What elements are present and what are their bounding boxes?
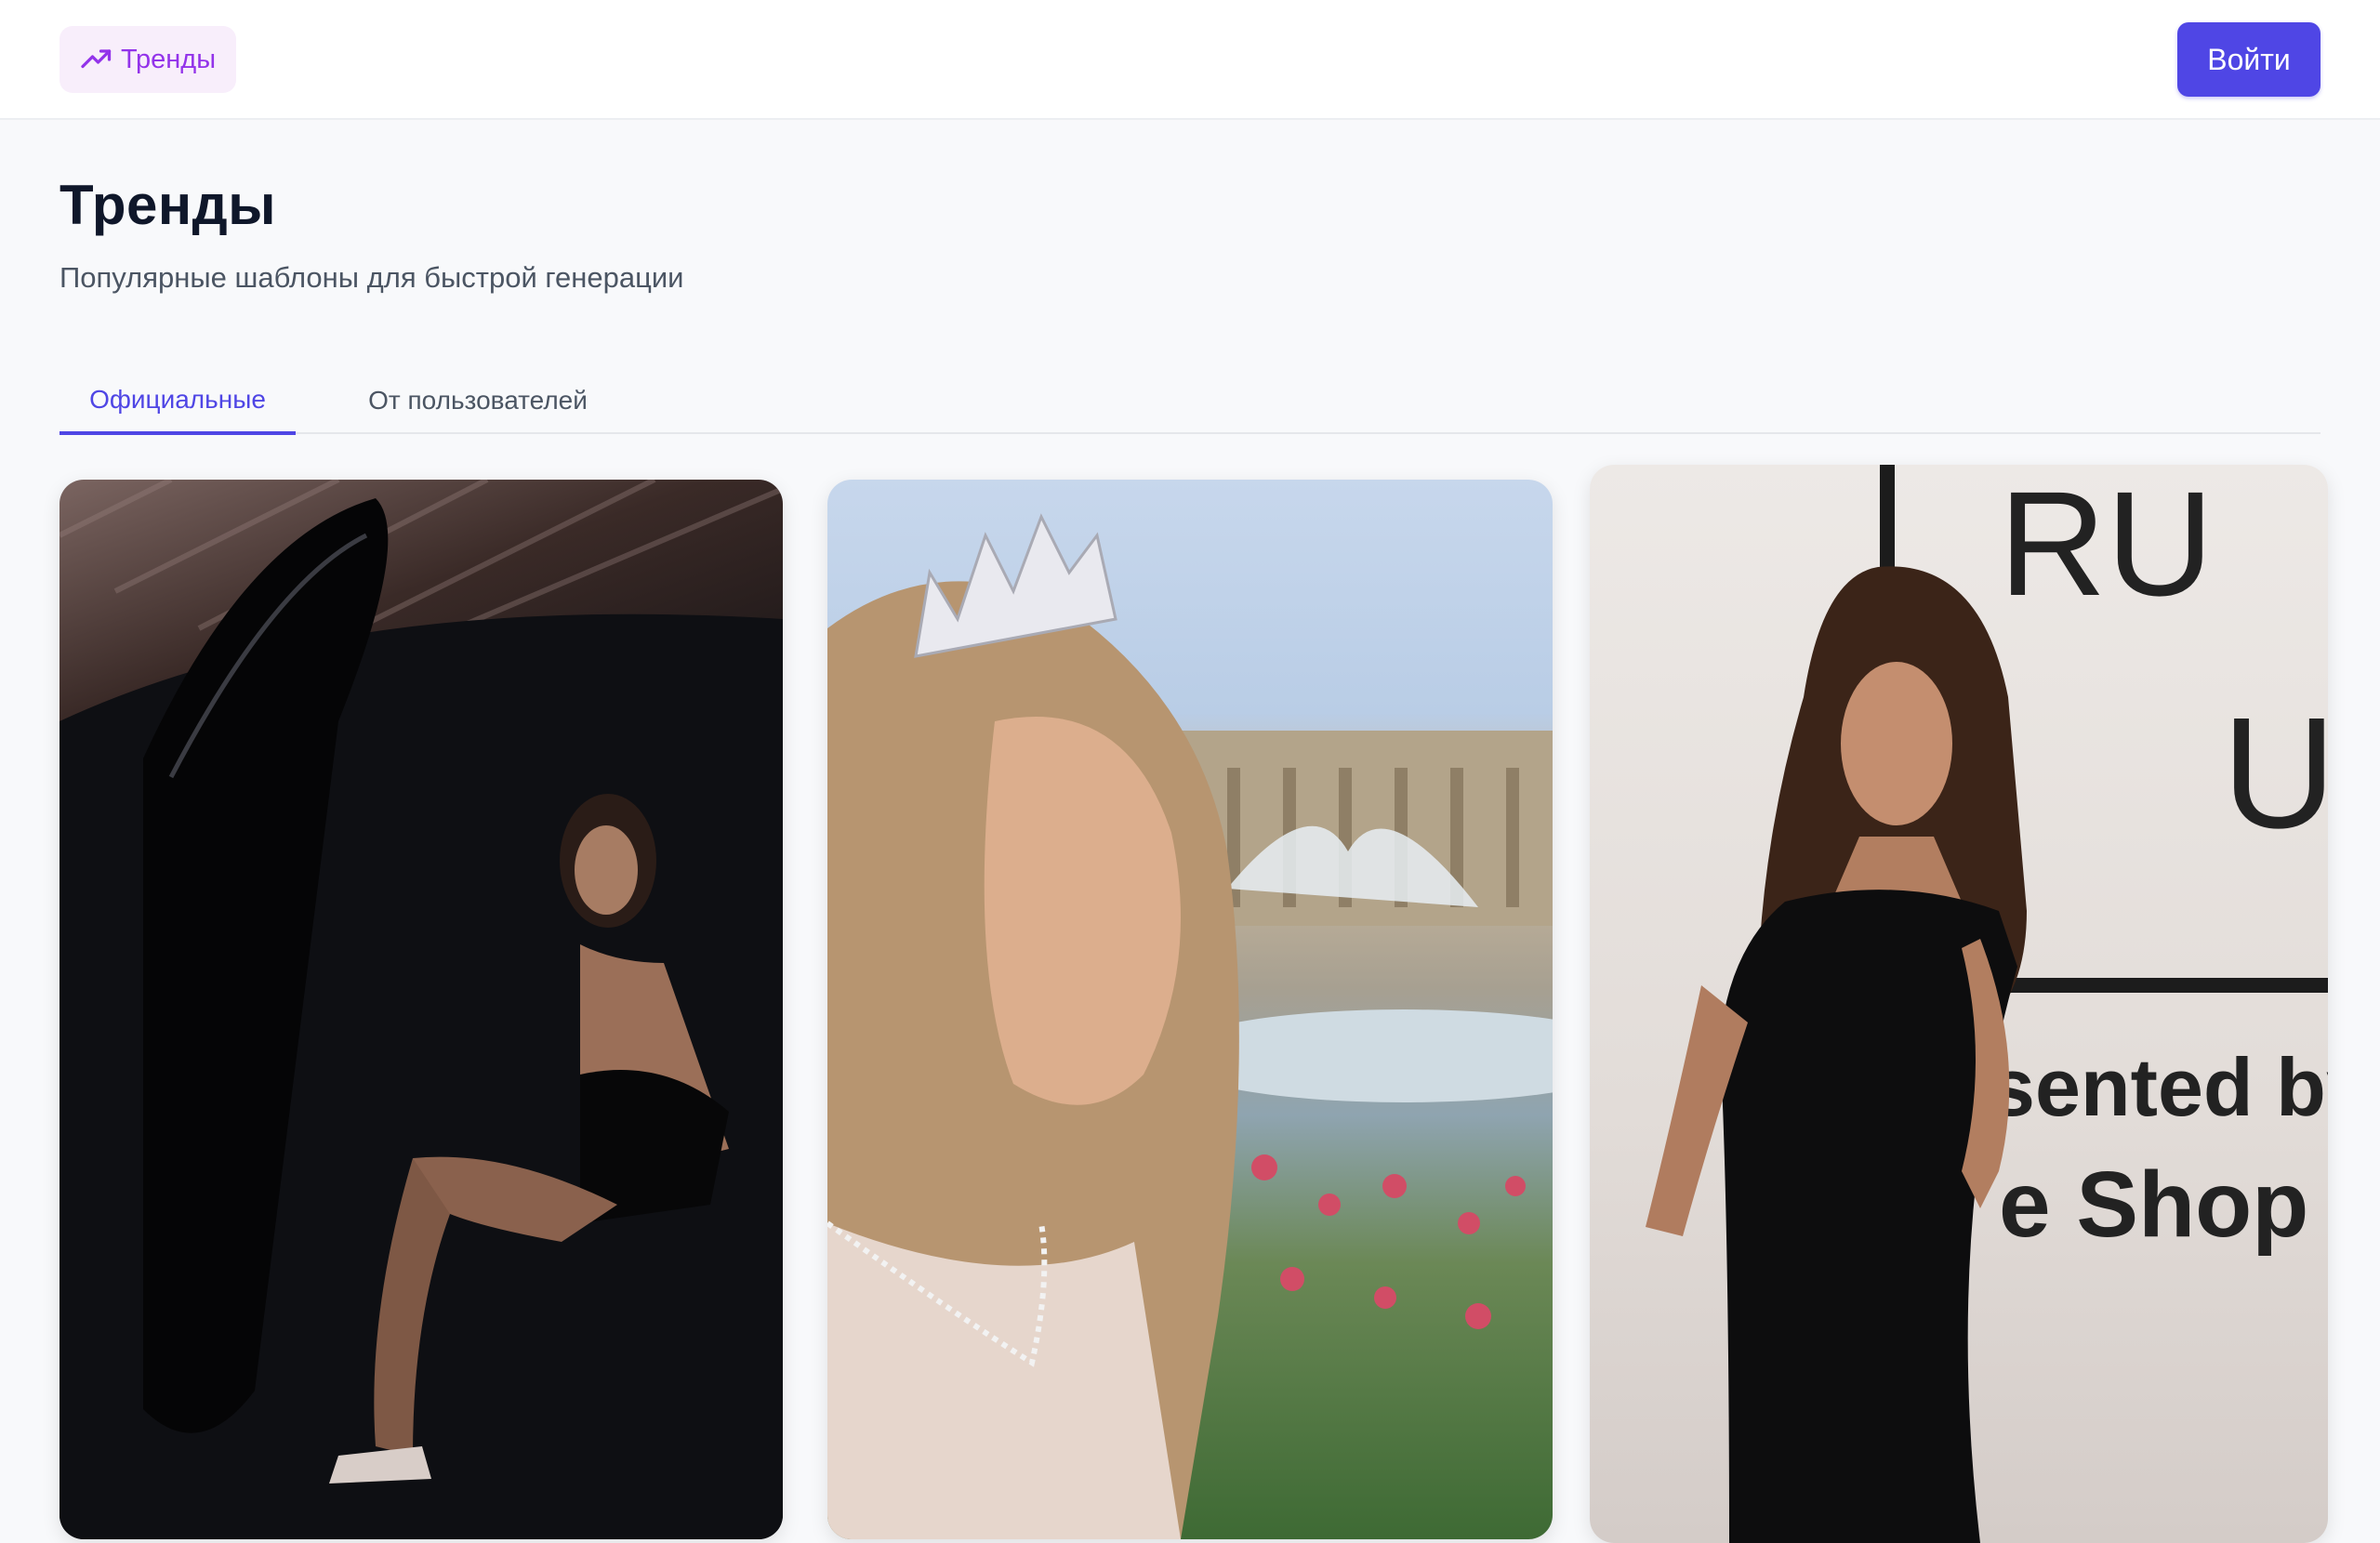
woman-exiting-car-photo xyxy=(60,480,783,1539)
tab-official[interactable]: Официальные xyxy=(60,367,296,435)
tab-user-templates[interactable]: От пользователей xyxy=(338,367,617,434)
top-bar: Тренды Войти xyxy=(0,0,2380,120)
backdrop-text-sented-by: sented by xyxy=(1990,1041,2328,1133)
template-tabs: Официальные От пользователей xyxy=(60,367,2320,435)
trends-nav-button[interactable]: Тренды xyxy=(60,26,236,93)
backdrop-text-u: U xyxy=(2222,685,2328,862)
page-subtitle: Популярные шаблоны для быстрой генерации xyxy=(60,261,684,294)
template-card-2[interactable] xyxy=(827,480,1553,1539)
woman-with-tiara-palace-photo xyxy=(827,513,1553,1539)
template-card-3[interactable]: RU U sented by e Shop xyxy=(1590,465,2328,1543)
login-button[interactable]: Войти xyxy=(2177,22,2320,97)
template-card-1[interactable] xyxy=(60,480,783,1539)
woman-black-dress-event-photo: RU U sented by e Shop xyxy=(1646,465,2328,1543)
trending-up-icon xyxy=(81,49,112,69)
page-title: Тренды xyxy=(60,174,276,236)
trends-nav-label: Тренды xyxy=(120,44,217,74)
backdrop-text-shop: e Shop xyxy=(1999,1153,2308,1257)
backdrop-text-ru: RU xyxy=(1999,465,2214,626)
